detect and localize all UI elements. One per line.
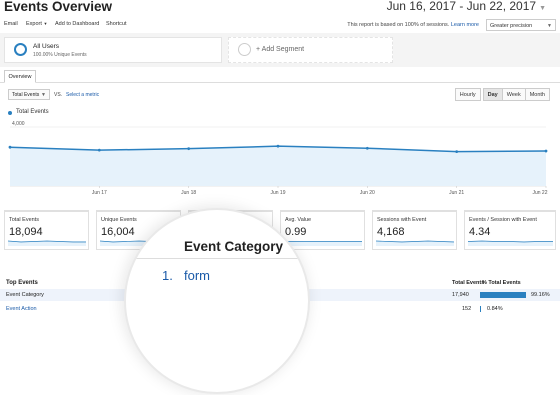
data-point [8, 145, 12, 149]
legend-dot-icon [8, 111, 12, 115]
magnified-divider [126, 258, 308, 259]
top-events-heading: Top Events [6, 280, 38, 286]
chevron-down-icon: ▼ [41, 92, 46, 98]
data-point [187, 147, 191, 151]
sparkline [376, 240, 454, 246]
vs-label: VS. [54, 92, 63, 98]
segment-circle-icon [238, 43, 251, 56]
segment-name: All Users [33, 43, 60, 50]
x-tick-label: Jun 20 [360, 190, 375, 196]
event-action-link[interactable]: Event Action [6, 306, 37, 312]
metric-tile-avg-value[interactable]: Avg. Value 0.99 [280, 210, 365, 250]
add-segment-button[interactable]: + Add Segment [228, 37, 393, 63]
page-title: Events Overview [4, 0, 113, 14]
x-tick-label: Jun 18 [181, 190, 196, 196]
metric-tile-sessions-with-event[interactable]: Sessions with Event 4,168 [372, 210, 457, 250]
row-pct: 99.16% [531, 292, 550, 298]
report-toolbar: Email Export ▼ Add to Dashboard Shortcut… [0, 18, 560, 32]
metric-tile-total-events[interactable]: Total Events 18,094 [4, 210, 89, 250]
segment-subtitle: 100.00% Unique Events [33, 52, 87, 58]
granularity-buttons: Hourly Day Week Month [454, 88, 550, 101]
add-to-dashboard-button[interactable]: Add to Dashboard [55, 21, 99, 27]
chevron-down-icon: ▼ [539, 5, 546, 12]
precision-label: Greater precision [490, 23, 533, 29]
sparkline [468, 240, 553, 246]
chevron-down-icon: ▼ [547, 23, 552, 29]
sampling-note: This report is based on 100% of sessions… [347, 22, 479, 28]
metric-value: 16,004 [101, 226, 135, 238]
segment-bar: All Users 100.00% Unique Events + Add Se… [0, 33, 560, 67]
sparkline [8, 240, 86, 246]
segment-circle-icon [14, 43, 27, 56]
hourly-button[interactable]: Hourly [454, 88, 481, 101]
sparkline [284, 241, 362, 246]
metric-label: Avg. Value [285, 217, 312, 223]
add-segment-label: + Add Segment [256, 46, 305, 53]
tab-overview[interactable]: Overview [4, 70, 36, 83]
select-metric-link[interactable]: Select a metric [66, 92, 99, 98]
tab-divider [0, 82, 560, 83]
row-total: 152 [462, 306, 472, 312]
events-line-chart: 4,0002,000Jun 17Jun 18Jun 19Jun 20Jun 21… [8, 121, 548, 196]
metric-label: Sessions with Event [377, 217, 427, 223]
x-tick-label: Jun 17 [92, 190, 107, 196]
data-point [544, 149, 548, 153]
metric-label: Total Events [9, 217, 39, 223]
magnified-column-heading: Event Category [184, 239, 284, 254]
metric-value: 4,168 [377, 226, 405, 238]
percent-bar [480, 306, 481, 312]
data-point [276, 144, 280, 148]
data-point [97, 148, 101, 152]
magnifier-lens: Event Category 1. form [124, 208, 310, 394]
x-tick-label: Jun 19 [270, 190, 285, 196]
magnified-row-number: 1. [162, 268, 173, 283]
column-header-pct-total-events[interactable]: % Total Events [482, 280, 521, 286]
month-button[interactable]: Month [524, 88, 550, 101]
legend-series-label: Total Events [16, 109, 49, 115]
magnified-form-link[interactable]: form [184, 268, 210, 283]
chevron-down-icon: ▼ [43, 21, 48, 26]
shortcut-button[interactable]: Shortcut [106, 21, 126, 27]
precision-select[interactable]: Greater precision ▼ [486, 19, 556, 31]
segment-all-users[interactable]: All Users 100.00% Unique Events [4, 37, 222, 63]
y-tick-label: 4,000 [12, 121, 25, 127]
metric-value: 0.99 [285, 226, 307, 238]
metric-tile-events-per-session[interactable]: Events / Session with Event 4.34 [464, 210, 556, 250]
metric-value: 4.34 [469, 226, 491, 238]
data-point [455, 150, 459, 154]
sampling-note-text: This report is based on 100% of sessions… [347, 22, 450, 28]
export-button[interactable]: Export ▼ [26, 21, 47, 27]
metric-label: Unique Events [101, 217, 137, 223]
email-button[interactable]: Email [4, 21, 18, 27]
date-range-label: Jun 16, 2017 - Jun 22, 2017 [386, 0, 537, 13]
x-tick-label: Jun 22 [532, 190, 547, 196]
column-header-total-events[interactable]: Total Events [452, 280, 484, 286]
week-button[interactable]: Week [501, 88, 526, 101]
x-tick-label: Jun 21 [449, 190, 464, 196]
learn-more-link[interactable]: Learn more [451, 22, 479, 28]
row-pct: 0.84% [487, 306, 503, 312]
percent-bar [480, 292, 526, 298]
metric-value: 18,094 [9, 226, 43, 238]
export-label: Export [26, 21, 42, 27]
row-label: Event Category [6, 292, 44, 298]
day-button[interactable]: Day [482, 88, 503, 101]
row-total: 17,940 [452, 292, 469, 298]
metric-select[interactable]: Total Events ▼ [8, 89, 50, 100]
metric-label: Events / Session with Event [469, 217, 537, 223]
data-point [365, 146, 369, 150]
date-range-picker[interactable]: Jun 16, 2017 - Jun 22, 2017 ▼ [387, 0, 546, 13]
metric-select-label: Total Events [12, 92, 40, 98]
